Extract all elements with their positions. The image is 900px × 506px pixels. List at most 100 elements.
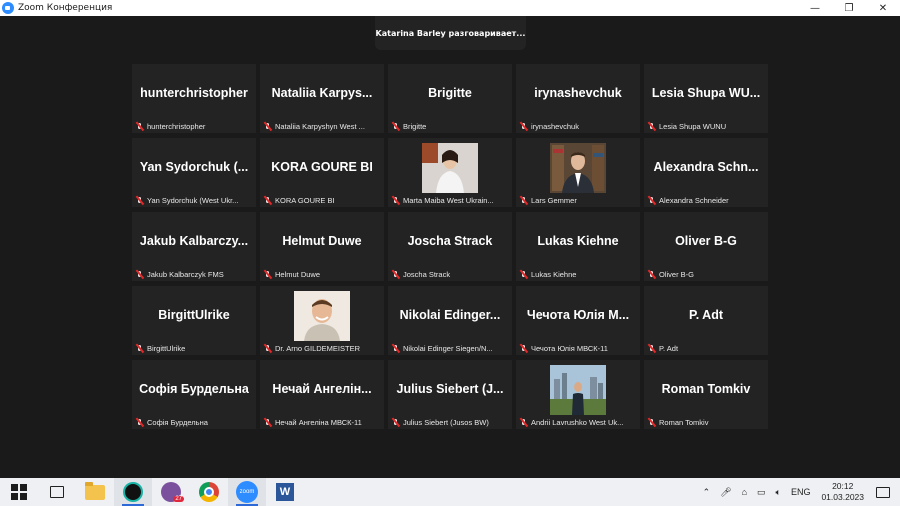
participant-tile[interactable]: Julius Siebert (J... Julius Siebert (Juso…	[388, 360, 512, 429]
muted-microphone-icon	[263, 418, 272, 427]
word-icon: W	[276, 483, 294, 501]
participant-name-label: Нечай Ангеліна МВСК-11	[263, 417, 381, 428]
participant-name-text: Nataliia Karpyshyn West ...	[275, 122, 365, 131]
muted-microphone-icon	[391, 196, 400, 205]
start-button[interactable]	[0, 478, 38, 506]
task-view-icon	[50, 486, 64, 498]
participant-tile[interactable]: BirgittUlrike BirgittUlrike	[132, 286, 256, 355]
clock-time: 20:12	[832, 481, 854, 491]
participant-tile[interactable]: Dr. Arno GILDEMEISTER	[260, 286, 384, 355]
microphone-icon[interactable]: 🎤︎	[720, 487, 731, 498]
participant-name-label: Nikolai Edinger Siegen/N...	[391, 343, 509, 354]
participant-tile[interactable]: Roman Tomkiv Roman Tomkiv	[644, 360, 768, 429]
muted-microphone-icon	[135, 122, 144, 131]
participant-name-text: Helmut Duwe	[275, 270, 321, 279]
participant-name-text: P. Adt	[659, 344, 679, 353]
participant-tile[interactable]: Brigitte Brigitte	[388, 64, 512, 133]
chrome-icon	[199, 482, 219, 502]
participant-display-name: Nataliia Karpys...	[271, 86, 373, 100]
participant-name-label: P. Adt	[647, 343, 765, 354]
participant-tile[interactable]: hunterchristopher hunterchristopher	[132, 64, 256, 133]
participant-tile[interactable]: Lars Gemmer	[516, 138, 640, 207]
muted-microphone-icon	[135, 270, 144, 279]
participant-display-name: Чечота Юлія М...	[526, 308, 630, 322]
participant-tile[interactable]: Andrii Lavrushko West Uk...	[516, 360, 640, 429]
participant-tile[interactable]: Nataliia Karpys... Nataliia Karpyshyn Wes…	[260, 64, 384, 133]
participant-tile[interactable]: Alexandra Schn... Alexandra Schneider	[644, 138, 768, 207]
participant-name-text: Нечай Ангеліна МВСК-11	[275, 418, 362, 427]
participant-tile[interactable]: P. Adt P. Adt	[644, 286, 768, 355]
participant-tile[interactable]: Nikolai Edinger... Nikolai Edinger Siegen…	[388, 286, 512, 355]
participant-name-text: Yan Sydorchuk (West Ukr...	[147, 196, 239, 205]
participant-name-label: irynashevchuk	[519, 121, 637, 132]
participant-display-name: Yan Sydorchuk (...	[139, 160, 249, 174]
participant-tile[interactable]: Нечай Ангелін... Нечай Ангеліна МВСК-11	[260, 360, 384, 429]
participant-name-label: Nataliia Karpyshyn West ...	[263, 121, 381, 132]
zoom-taskbar-button[interactable]: zoom	[228, 478, 266, 506]
participant-name-text: KORA GOURE BI	[275, 196, 335, 205]
task-view-button[interactable]	[38, 478, 76, 506]
webex-button[interactable]	[114, 478, 152, 506]
participant-tile[interactable]: irynashevchuk irynashevchuk	[516, 64, 640, 133]
participant-display-name: Joscha Strack	[407, 234, 493, 248]
participant-display-name: Jakub Kalbarczy...	[139, 234, 249, 248]
muted-microphone-icon	[519, 196, 528, 205]
participant-name-label: Lesia Shupa WUNU	[647, 121, 765, 132]
participant-tile[interactable]: Joscha Strack Joscha Strack	[388, 212, 512, 281]
participant-tile[interactable]: KORA GOURE BI KORA GOURE BI	[260, 138, 384, 207]
muted-microphone-icon	[647, 122, 656, 131]
participant-display-name: Julius Siebert (J...	[396, 382, 504, 396]
clock[interactable]: 20:12 01.03.2023	[821, 481, 864, 503]
language-indicator[interactable]: ENG	[791, 487, 811, 497]
minimize-button[interactable]: —	[798, 0, 832, 16]
participant-tile[interactable]: Marta Maiba West Ukrain...	[388, 138, 512, 207]
window-controls: — ❐ ✕	[798, 0, 900, 16]
muted-microphone-icon	[135, 344, 144, 353]
window-titlebar: Zoom Конференция — ❐ ✕	[0, 0, 900, 16]
participant-name-text: Lesia Shupa WUNU	[659, 122, 727, 131]
participant-name-text: Чечота Юлія МВСК-11	[531, 344, 608, 353]
participant-tile[interactable]: Софія Бурдельна Софія Бурдельна	[132, 360, 256, 429]
restore-button[interactable]: ❐	[832, 0, 866, 16]
close-button[interactable]: ✕	[866, 0, 900, 16]
participant-tile[interactable]: Yan Sydorchuk (... Yan Sydorchuk (West Uk…	[132, 138, 256, 207]
participant-tile[interactable]: Чечота Юлія М... Чечота Юлія МВСК-11	[516, 286, 640, 355]
battery-icon[interactable]: ▭	[757, 487, 766, 498]
file-explorer-button[interactable]	[76, 478, 114, 506]
zoom-app-icon	[2, 2, 14, 14]
participant-name-label: Joscha Strack	[391, 269, 509, 280]
chrome-button[interactable]	[190, 478, 228, 506]
volume-icon[interactable]: 🔈︎	[776, 487, 781, 498]
participant-tile[interactable]: Lesia Shupa WU... Lesia Shupa WUNU	[644, 64, 768, 133]
viber-button[interactable]: 27	[152, 478, 190, 506]
participant-display-name: P. Adt	[688, 308, 724, 322]
muted-microphone-icon	[263, 196, 272, 205]
participant-tile[interactable]: Helmut Duwe Helmut Duwe	[260, 212, 384, 281]
notification-icon[interactable]	[876, 486, 890, 498]
participant-tile[interactable]: Jakub Kalbarczy... Jakub Kalbarczyk FMS	[132, 212, 256, 281]
word-button[interactable]: W	[266, 478, 304, 506]
participant-name-label: Oliver B-G	[647, 269, 765, 280]
system-tray: ⌃ 🎤︎ ⌂ ▭ 🔈︎ ENG 20:12 01.03.2023	[698, 478, 900, 506]
participant-display-name: Lukas Kiehne	[537, 234, 619, 248]
participant-tile[interactable]: Lukas Kiehne Lukas Kiehne	[516, 212, 640, 281]
muted-microphone-icon	[391, 344, 400, 353]
network-icon[interactable]: ⌂	[742, 487, 747, 497]
participant-name-text: Roman Tomkiv	[659, 418, 709, 427]
participant-name-text: irynashevchuk	[531, 122, 579, 131]
folder-icon	[85, 481, 105, 500]
participant-tile[interactable]: Oliver B-G Oliver B-G	[644, 212, 768, 281]
participant-name-text: Nikolai Edinger Siegen/N...	[403, 344, 493, 353]
participant-name-label: Helmut Duwe	[263, 269, 381, 280]
participant-video	[550, 365, 606, 415]
participant-display-name: Nikolai Edinger...	[399, 308, 501, 322]
chevron-up-icon[interactable]: ⌃	[703, 487, 711, 498]
participant-name-text: Julius Siebert (Jusos BW)	[403, 418, 489, 427]
participant-name-text: Софія Бурдельна	[147, 418, 208, 427]
muted-microphone-icon	[647, 344, 656, 353]
participant-display-name: hunterchristopher	[140, 86, 248, 100]
participant-video	[422, 143, 478, 193]
participant-display-name: Lesia Shupa WU...	[651, 86, 761, 100]
participant-name-text: Brigitte	[403, 122, 427, 131]
windows-logo-icon	[11, 484, 27, 500]
